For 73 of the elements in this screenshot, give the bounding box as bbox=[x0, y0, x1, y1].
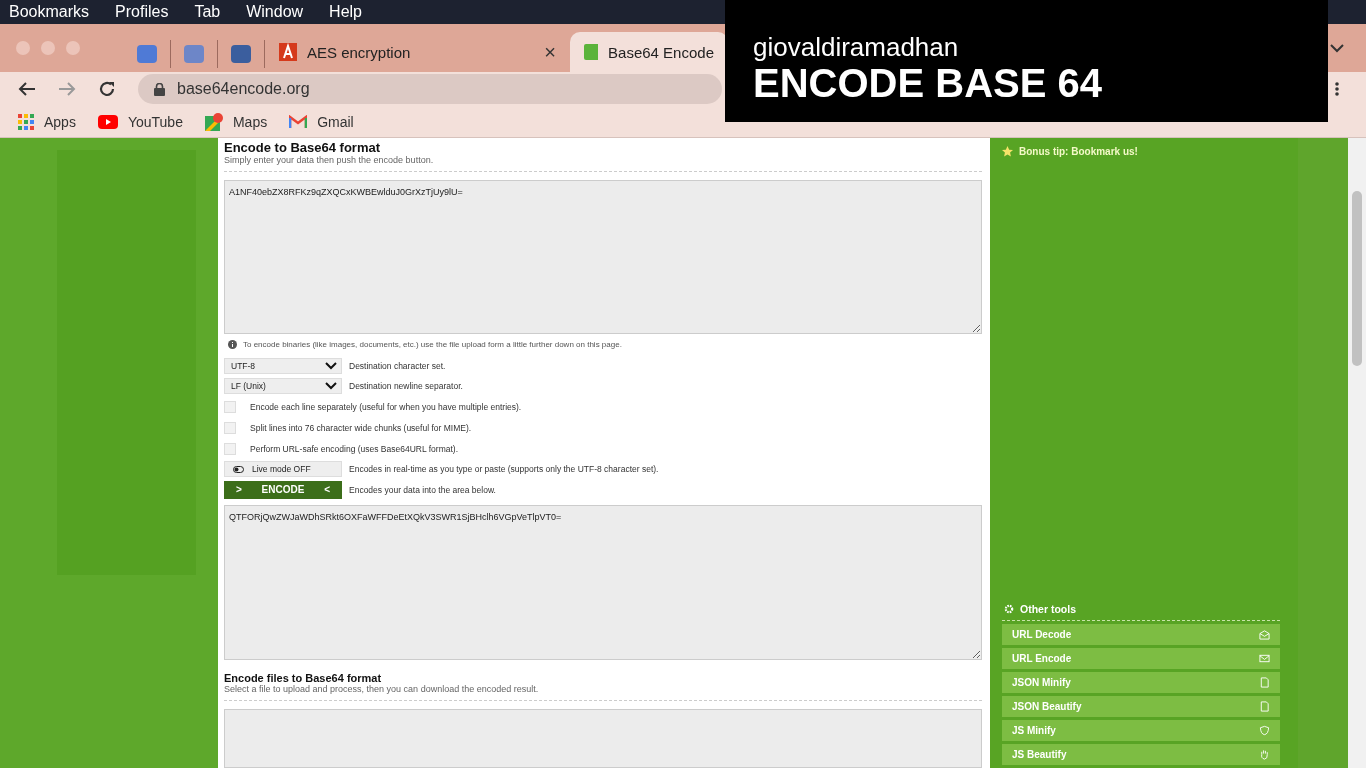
info-icon bbox=[228, 340, 237, 350]
menu-item[interactable]: Help bbox=[329, 3, 362, 21]
url-text: base64encode.org bbox=[177, 80, 310, 98]
scrollbar-thumb[interactable] bbox=[1352, 191, 1362, 366]
file-icon bbox=[1259, 677, 1270, 688]
menu-item[interactable]: Tab bbox=[194, 3, 221, 21]
option-label: Encodes your data into the area below. bbox=[349, 485, 496, 495]
close-tab-button[interactable]: × bbox=[544, 40, 556, 64]
back-icon[interactable] bbox=[18, 81, 36, 97]
favicon-icon bbox=[584, 44, 599, 60]
envelope-icon bbox=[1259, 629, 1270, 640]
bookmark-link[interactable]: Gmail bbox=[289, 113, 354, 130]
hand-icon bbox=[1259, 749, 1270, 760]
encode-button[interactable]: > ENCODE < bbox=[224, 481, 342, 499]
favicon-icon bbox=[137, 45, 157, 63]
bonus-tip: Bonus tip: Bookmark us! bbox=[1019, 145, 1138, 157]
chevron-down-icon bbox=[325, 361, 337, 370]
shield-icon bbox=[1259, 725, 1270, 736]
checkbox[interactable] bbox=[224, 421, 236, 434]
menu-item[interactable]: Window bbox=[246, 3, 304, 21]
lock-icon bbox=[154, 82, 165, 96]
chevron-down-icon[interactable] bbox=[1330, 43, 1344, 53]
close-window-dot[interactable] bbox=[16, 41, 30, 55]
live-mode-button[interactable]: Live mode OFF bbox=[224, 461, 342, 478]
map-pin-icon bbox=[204, 112, 223, 131]
play-icon bbox=[97, 114, 118, 129]
file-icon bbox=[1259, 701, 1270, 712]
tab-title: AES encryption bbox=[307, 43, 412, 61]
reload-icon[interactable] bbox=[98, 80, 116, 98]
favicon-icon bbox=[279, 43, 297, 61]
checkbox[interactable] bbox=[224, 401, 236, 414]
option-label: Perform URL-safe encoding (uses Base64URL format). bbox=[250, 443, 459, 454]
tools-heading: Other tools bbox=[1020, 603, 1076, 615]
star-icon bbox=[1002, 145, 1013, 157]
apps-grid-icon bbox=[18, 113, 34, 130]
option-label: Destination newline separator. bbox=[349, 381, 463, 392]
menu-item[interactable]: Profiles bbox=[115, 3, 169, 21]
forward-icon[interactable] bbox=[58, 81, 76, 97]
chevron-down-icon bbox=[325, 382, 337, 391]
minimize-window-dot[interactable] bbox=[41, 41, 55, 55]
more-menu-icon[interactable] bbox=[1335, 82, 1339, 96]
section-subtitle: Simply enter your data then push the encode button. bbox=[224, 155, 982, 172]
toggle-icon bbox=[233, 465, 244, 473]
bookmark-link[interactable]: YouTube bbox=[97, 113, 183, 130]
mail-icon bbox=[289, 114, 308, 129]
favicon-icon bbox=[231, 45, 251, 63]
headline: ENCODE BASE 64 bbox=[753, 62, 1103, 104]
info-text: To encode binaries (like images, documents, etc.) use the file upload form a little further down on this page. bbox=[243, 340, 622, 350]
option-label: Encode each line separately (useful for when you have multiple entries). bbox=[250, 402, 522, 413]
checkbox[interactable] bbox=[224, 442, 236, 455]
author-name: giovaldiramadhan bbox=[753, 32, 960, 62]
browser-tab[interactable]: AES encryption × bbox=[265, 32, 570, 72]
option-label: Split lines into 76 character wide chunks (useful for MIME). bbox=[250, 422, 472, 433]
envelope-icon bbox=[1259, 653, 1270, 664]
output-field[interactable]: QTFORjQwZWJaWDhSRkt6OXFaWFFDeEtXQkV3SWR1SjBHclh6VGpVeTlpVT0= bbox=[224, 505, 982, 660]
address-bar[interactable]: base64encode.org bbox=[138, 74, 722, 104]
browser-tab[interactable]: Base64 Encode bbox=[570, 32, 728, 72]
favicon-icon bbox=[184, 45, 204, 63]
dropdown[interactable]: UTF-8 bbox=[224, 357, 342, 374]
bookmark-link[interactable]: Apps bbox=[18, 113, 76, 130]
bookmark-link[interactable]: Maps bbox=[204, 112, 268, 131]
option-label: Encodes in real-time as you type or paste (supports only the UTF-8 character set). bbox=[349, 464, 659, 475]
zoom-window-dot[interactable] bbox=[66, 41, 80, 55]
section-subtitle: Select a file to upload and process, then you can download the encoded result. bbox=[224, 683, 982, 701]
input-field[interactable]: A1NF40ebZX8RFKz9qZXQCxKWBEwlduJ0GrXzTjUy9lU= bbox=[224, 180, 982, 335]
file-upload-area[interactable] bbox=[224, 708, 982, 768]
menu-item[interactable]: Bookmarks bbox=[9, 3, 90, 21]
dropdown[interactable]: LF (Unix) bbox=[224, 378, 342, 395]
tab-title: Base64 Encode bbox=[608, 43, 714, 61]
section-title: Encode files to Base64 format bbox=[224, 671, 383, 684]
option-label: Destination character set. bbox=[349, 360, 446, 371]
section-title: Encode to Base64 format bbox=[224, 140, 382, 155]
gear-icon bbox=[1004, 604, 1014, 614]
